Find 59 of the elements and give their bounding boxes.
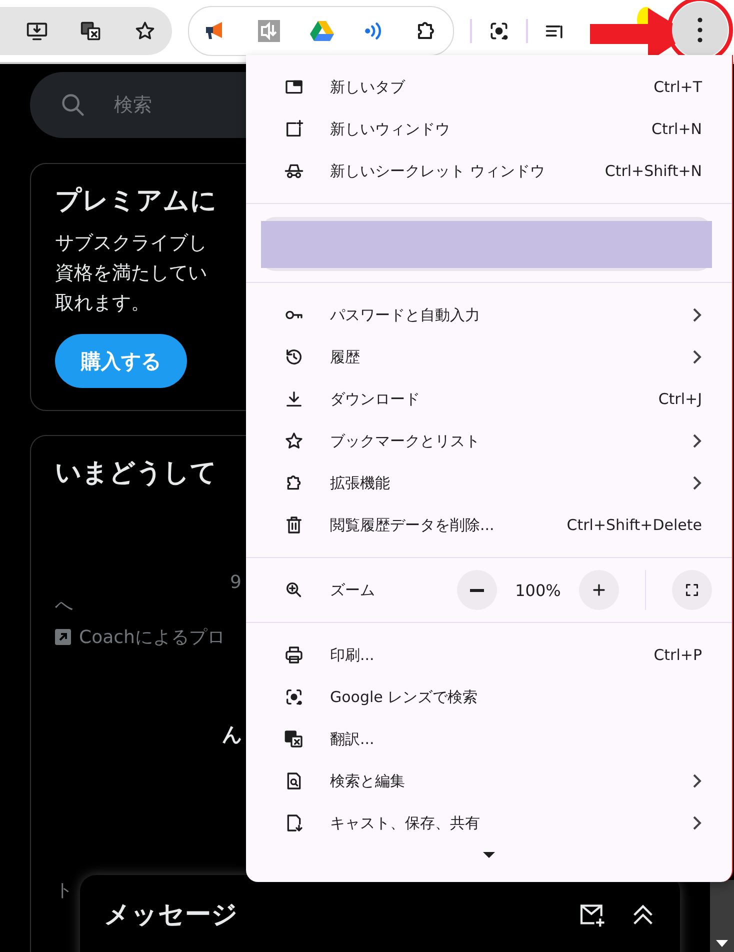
minus-icon <box>470 588 484 592</box>
fullscreen-button[interactable] <box>672 570 712 610</box>
star-icon <box>134 20 156 42</box>
scrollbar[interactable] <box>710 880 734 952</box>
promoted-icon <box>55 629 71 645</box>
more-caret-icon[interactable] <box>483 852 495 859</box>
menu-item[interactable]: Google レンズで検索 <box>246 676 732 718</box>
menu-item[interactable]: キャスト、保存、共有 <box>246 802 732 844</box>
chevron-icon <box>692 434 702 448</box>
menu-item[interactable]: パスワードと自動入力 <box>246 294 732 336</box>
card-title: プレミアムに <box>55 185 217 218</box>
zoom-out-button[interactable] <box>457 570 497 610</box>
install-icon <box>26 20 48 42</box>
promoted-label: Coachによるプロ <box>79 626 225 649</box>
search-icon <box>60 92 86 118</box>
lens-icon <box>284 687 304 707</box>
download-box-icon[interactable] <box>256 19 281 43</box>
menu-item[interactable]: 新しいタブ Ctrl+T <box>246 66 732 108</box>
trend-text: ト <box>55 879 73 902</box>
trash-icon <box>284 515 304 535</box>
menu-item[interactable]: 印刷... Ctrl+P <box>246 634 732 676</box>
chevron-icon <box>692 774 702 788</box>
printer-icon <box>284 645 304 665</box>
chevron-icon <box>692 350 702 364</box>
menu-item[interactable]: ブックマークとリスト <box>246 420 732 462</box>
star-icon <box>284 431 304 451</box>
chevron-icon <box>692 816 702 830</box>
menu-item[interactable]: 検索と編集 <box>246 760 732 802</box>
menu-item[interactable]: 新しいウィンドウ Ctrl+N <box>246 108 732 150</box>
zoom-icon <box>284 580 304 600</box>
fullscreen-icon <box>683 581 701 599</box>
menu-item[interactable]: 新しいシークレット ウィンドウ Ctrl+Shift+N <box>246 150 732 192</box>
card-text: サブスクライブし <box>55 231 207 256</box>
account-name: ん <box>222 721 242 748</box>
chevron-icon <box>692 308 702 322</box>
menu-item[interactable]: 拡張機能 <box>246 462 732 504</box>
menu-item[interactable]: ダウンロード Ctrl+J <box>246 378 732 420</box>
menu-item[interactable]: 閲覧履歴データを削除... Ctrl+Shift+Delete <box>246 504 732 546</box>
drive-icon[interactable] <box>310 20 334 42</box>
scroll-down-icon[interactable] <box>716 940 728 948</box>
history-icon <box>284 347 304 367</box>
search-field[interactable]: 検索 <box>30 72 246 138</box>
translate-icon <box>284 729 304 749</box>
post-count: 9 <box>230 572 242 593</box>
chevron-icon <box>692 476 702 490</box>
zoom-in-button[interactable] <box>579 570 619 610</box>
download-icon <box>284 389 304 409</box>
card-title: いまどうして <box>55 457 217 490</box>
zoom-label: ズーム <box>330 580 376 600</box>
menu-item[interactable]: 翻訳... <box>246 718 732 760</box>
zoom-value: 100% <box>514 580 562 600</box>
translate-icon <box>80 20 102 42</box>
lens-icon <box>488 20 510 42</box>
trend-text: へ <box>55 594 73 617</box>
drawer-title: メッセージ <box>104 899 239 932</box>
new-window-icon <box>284 119 304 139</box>
card-text: 資格を満たしてい <box>55 261 207 286</box>
card-text: 取れます。 <box>55 291 151 316</box>
menu-item[interactable]: 履歴 <box>246 336 732 378</box>
